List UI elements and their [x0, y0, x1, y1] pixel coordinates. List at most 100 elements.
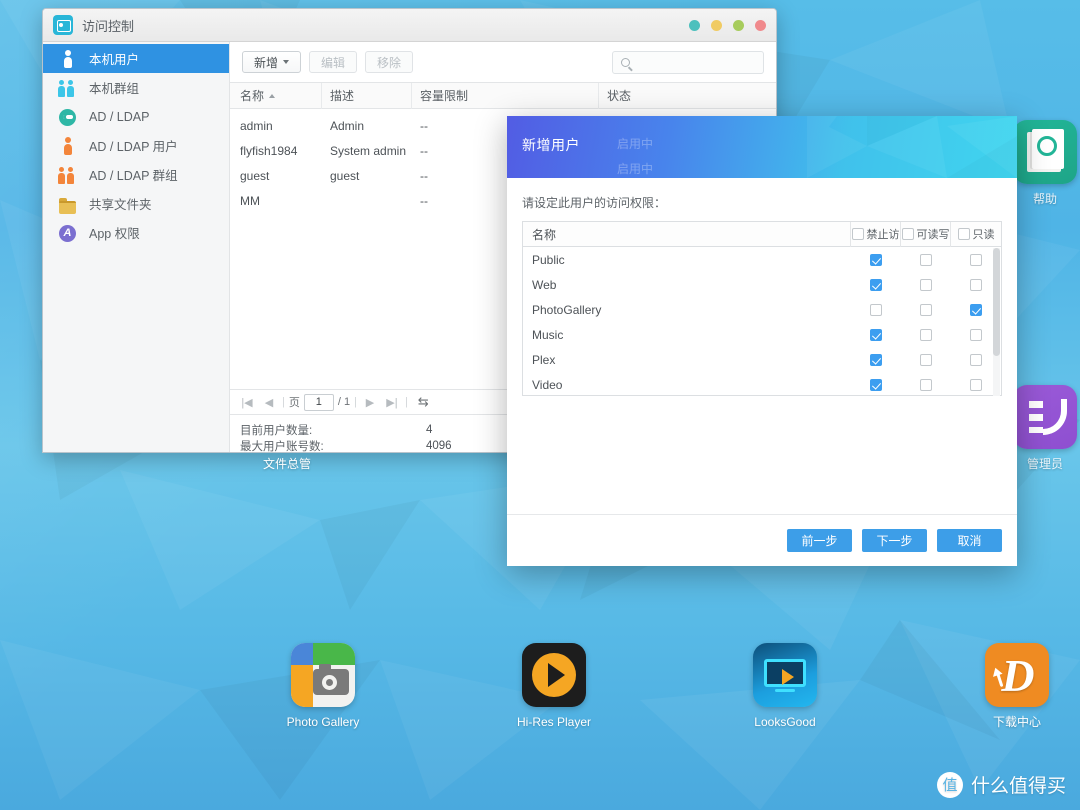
folder-name: PhotoGallery — [532, 302, 602, 317]
desktop-icon-looksgood[interactable]: LooksGood — [730, 643, 840, 729]
readwrite-cell[interactable] — [901, 328, 951, 341]
permission-row[interactable]: Public — [523, 247, 1001, 272]
add-button-label: 新增 — [254, 55, 279, 70]
permission-header-row: 名称 禁止访 可读写 只读 — [523, 221, 1001, 247]
deny-checkbox[interactable] — [870, 353, 882, 366]
deny-cell[interactable] — [851, 253, 901, 266]
deny-cell[interactable] — [851, 278, 901, 291]
readwrite-checkbox[interactable] — [920, 278, 932, 291]
dialog-prompt: 请设定此用户的访问权限： — [522, 196, 667, 210]
cell-description: Admin — [330, 118, 365, 133]
deny-cell[interactable] — [851, 353, 901, 366]
readonly-checkbox[interactable] — [970, 253, 982, 266]
desktop: 帮助 管理员 访问控制 本机用户 本机群组 AD / LDAP AD / LDA… — [0, 0, 1080, 810]
column-header-description[interactable]: 描述 — [322, 82, 412, 109]
add-button[interactable]: 新增 — [242, 51, 302, 73]
deny-checkbox[interactable] — [870, 253, 882, 266]
edit-button[interactable]: 编辑 — [309, 51, 358, 73]
minimize-dot[interactable] — [689, 20, 700, 31]
permission-column-deny[interactable]: 禁止访 — [851, 221, 901, 247]
readonly-checkbox[interactable] — [970, 353, 982, 366]
readonly-checkbox[interactable] — [970, 328, 982, 341]
readwrite-cell[interactable] — [901, 253, 951, 266]
desktop-icon-download-center[interactable]: D 下载中心 — [962, 643, 1072, 729]
readonly-checkbox[interactable] — [970, 303, 982, 316]
previous-step-button[interactable]: 前一步 — [787, 529, 852, 552]
prev-page-icon[interactable]: ◀ — [260, 396, 278, 409]
readwrite-cell[interactable] — [901, 278, 951, 291]
ghost-status-text-2: 启用中 — [617, 162, 654, 176]
readwrite-checkbox[interactable] — [920, 378, 932, 391]
page-number-input[interactable]: 1 — [303, 393, 334, 411]
cell-description: System admin — [330, 143, 407, 158]
next-step-button[interactable]: 下一步 — [862, 529, 927, 552]
readonly-all-checkbox[interactable] — [957, 228, 970, 240]
current-user-count-label: 目前用户数量: — [240, 425, 313, 437]
readonly-checkbox[interactable] — [970, 278, 982, 291]
deny-cell[interactable] — [851, 378, 901, 391]
last-page-icon[interactable]: ▶| — [383, 396, 401, 409]
readwrite-cell[interactable] — [901, 303, 951, 316]
column-header-label: 容量限制 — [420, 89, 469, 103]
sidebar-item-local-users[interactable]: 本机用户 — [43, 44, 229, 73]
deny-checkbox[interactable] — [870, 328, 882, 341]
desktop-icon-label: Photo Gallery — [286, 715, 360, 729]
readwrite-checkbox[interactable] — [920, 353, 932, 366]
permission-row[interactable]: Plex — [523, 347, 1001, 372]
refresh-icon[interactable]: ⇆ — [418, 394, 429, 410]
column-header-name[interactable]: 名称 — [230, 82, 322, 109]
cell-description: guest — [330, 168, 360, 183]
desktop-icon-photo-gallery[interactable]: Photo Gallery — [268, 643, 378, 729]
deny-cell[interactable] — [851, 303, 901, 316]
next-page-icon[interactable]: ▶ — [361, 396, 379, 409]
folder-icon — [57, 194, 79, 214]
close-dot[interactable] — [755, 20, 766, 31]
cell-name: flyfish1984 — [240, 143, 298, 158]
readwrite-cell[interactable] — [901, 353, 951, 366]
deny-checkbox[interactable] — [870, 378, 882, 391]
restore-dot[interactable] — [733, 20, 744, 31]
deny-all-checkbox[interactable] — [851, 228, 864, 240]
sidebar-item-local-groups[interactable]: 本机群组 — [43, 73, 229, 102]
sidebar-item-ad-ldap[interactable]: AD / LDAP — [43, 102, 229, 131]
permission-row[interactable]: PhotoGallery — [523, 297, 1001, 322]
window-titlebar[interactable]: 访问控制 — [43, 9, 776, 42]
permission-column-readwrite[interactable]: 可读写 — [901, 221, 951, 247]
permission-row[interactable]: Web — [523, 272, 1001, 297]
permission-rows: Public Web PhotoGallery Music Plex Video — [523, 247, 1001, 395]
edit-button-label: 编辑 — [321, 55, 346, 70]
column-header-status[interactable]: 状态 — [599, 83, 776, 109]
cancel-button[interactable]: 取消 — [937, 529, 1002, 552]
remove-button[interactable]: 移除 — [365, 51, 414, 73]
sidebar-item-label: AD / LDAP 群组 — [89, 169, 178, 183]
permission-column-readonly[interactable]: 只读 — [951, 222, 1001, 247]
readwrite-cell[interactable] — [901, 378, 951, 391]
sidebar-item-app-permission[interactable]: A App 权限 — [43, 218, 229, 247]
maximize-dot[interactable] — [711, 20, 722, 31]
readonly-checkbox[interactable] — [970, 378, 982, 391]
permission-row[interactable]: Video — [523, 372, 1001, 395]
column-header-quota[interactable]: 容量限制 — [412, 82, 599, 109]
sidebar-item-shared-folders[interactable]: 共享文件夹 — [43, 189, 229, 218]
desktop-icon-label: 下载中心 — [992, 715, 1041, 729]
permission-table-scrollbar[interactable] — [993, 248, 1000, 396]
deny-checkbox[interactable] — [870, 278, 882, 291]
readwrite-all-checkbox[interactable] — [901, 228, 914, 240]
permission-row[interactable]: Music — [523, 322, 1001, 347]
permission-column-name: 名称 — [523, 221, 851, 247]
readwrite-checkbox[interactable] — [920, 303, 932, 316]
search-input[interactable] — [612, 51, 764, 74]
scrollbar-thumb[interactable] — [993, 248, 1000, 356]
deny-cell[interactable] — [851, 328, 901, 341]
page-label: 页 — [288, 397, 300, 409]
readwrite-checkbox[interactable] — [920, 253, 932, 266]
deny-checkbox[interactable] — [870, 303, 882, 316]
desktop-icon-hi-res-player[interactable]: Hi-Res Player — [499, 643, 609, 729]
readwrite-checkbox[interactable] — [920, 328, 932, 341]
window-controls[interactable] — [689, 20, 766, 31]
sidebar-item-label: App 权限 — [89, 227, 140, 241]
sidebar-item-ad-ldap-users[interactable]: AD / LDAP 用户 — [43, 131, 229, 160]
sidebar-item-ad-ldap-groups[interactable]: AD / LDAP 群组 — [43, 160, 229, 189]
first-page-icon[interactable]: |◀ — [238, 396, 256, 409]
key-icon — [57, 107, 79, 127]
